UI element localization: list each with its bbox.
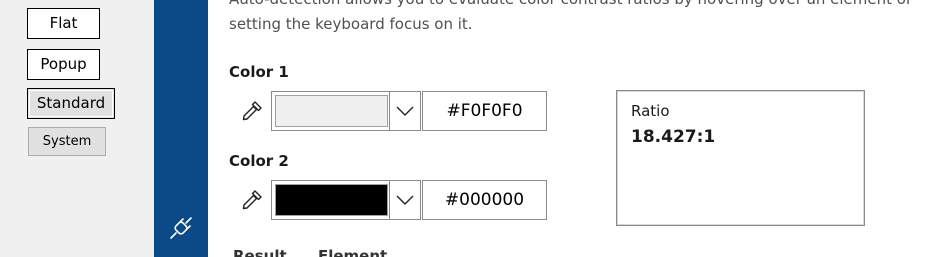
- color-2-dropdown[interactable]: [271, 180, 421, 220]
- system-button[interactable]: System: [28, 127, 106, 156]
- description-line-2: setting the keyboard focus on it.: [229, 15, 473, 33]
- plug-icon[interactable]: [167, 214, 195, 242]
- dropdown-divider: [389, 181, 390, 219]
- ratio-value: 18.427:1: [631, 127, 716, 147]
- description-line-1: Auto-detection allows you to evaluate co…: [229, 0, 937, 12]
- color-1-dropdown[interactable]: [271, 91, 421, 131]
- color-1-swatch: [275, 95, 388, 127]
- eyedropper-icon[interactable]: [239, 98, 265, 124]
- flat-button[interactable]: Flat: [27, 8, 100, 39]
- popup-button[interactable]: Popup: [27, 49, 100, 80]
- standard-button[interactable]: Standard: [27, 88, 115, 119]
- color-2-swatch: [275, 184, 388, 216]
- eyedropper-icon[interactable]: [239, 187, 265, 213]
- color-contrast-window: Flat Popup Standard System Auto-detectio…: [0, 0, 937, 257]
- dropdown-divider: [389, 92, 390, 130]
- color-2-label: Color 2: [229, 152, 289, 170]
- color-1-hex-input[interactable]: #F0F0F0: [422, 91, 547, 131]
- main-content: Auto-detection allows you to evaluate co…: [208, 0, 937, 257]
- color-1-label: Color 1: [229, 63, 289, 81]
- ratio-panel: Ratio 18.427:1: [616, 90, 865, 226]
- ratio-label: Ratio: [631, 102, 670, 120]
- chevron-down-icon[interactable]: [395, 102, 415, 120]
- navigation-strip: [154, 0, 208, 257]
- results-header-partial: Result Element: [233, 247, 388, 257]
- color-2-hex-input[interactable]: #000000: [422, 180, 547, 220]
- chevron-down-icon[interactable]: [395, 191, 415, 209]
- description-text: Auto-detection allows you to evaluate co…: [229, 0, 937, 37]
- demo-buttons-panel: Flat Popup Standard System: [0, 0, 154, 257]
